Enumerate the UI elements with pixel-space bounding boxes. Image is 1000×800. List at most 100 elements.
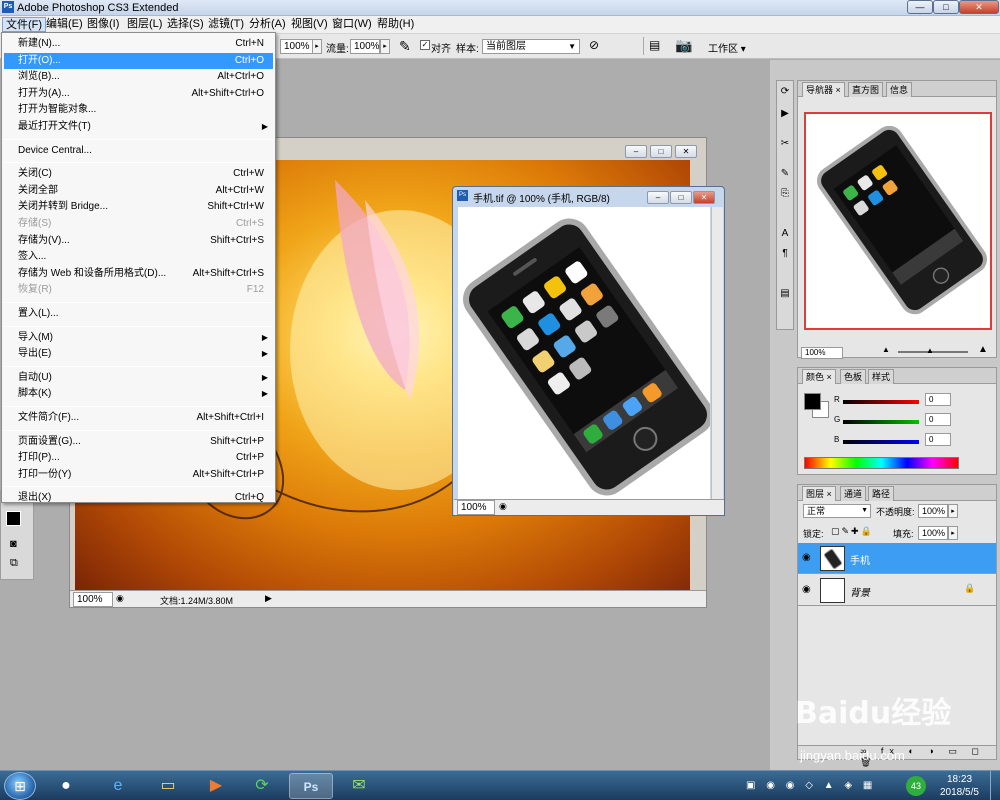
channel-g-field[interactable]: 0 xyxy=(925,413,951,426)
system-tray-icons[interactable]: ▣ ◉ ◉ ◇ ▲ ◈ ▦ xyxy=(746,780,876,791)
file-menu-item[interactable]: 恢复(R) F12 xyxy=(4,282,273,298)
doc1-status-arrow-icon[interactable]: ▶ xyxy=(265,593,272,604)
channel-b-slider[interactable] xyxy=(843,440,919,444)
screen-mode-icon[interactable]: ⧉ xyxy=(10,557,18,570)
file-menu-item[interactable]: 退出(X) Ctrl+Q xyxy=(4,490,273,506)
doc1-maximize-button[interactable]: □ xyxy=(650,145,672,158)
layer-visibility-eye-icon[interactable]: ◉ xyxy=(802,552,811,563)
doc2-zoom-field[interactable]: 100% xyxy=(457,500,495,515)
file-menu-item[interactable]: 打开为(A)... Alt+Shift+Ctrl+O xyxy=(4,86,273,102)
file-menu-item[interactable]: 签入... xyxy=(4,249,273,265)
navigator-zoom-field[interactable]: 100% xyxy=(801,347,843,359)
opacity-field[interactable]: 100% xyxy=(280,39,313,54)
doc1-close-button[interactable]: ✕ xyxy=(675,145,697,158)
tab-channels[interactable]: 通道 xyxy=(840,486,867,501)
tab-styles[interactable]: 样式 xyxy=(868,369,895,384)
menu-filter[interactable]: 滤镜(T) xyxy=(205,17,247,32)
file-menu-item[interactable]: 打印一份(Y) Alt+Shift+Ctrl+P xyxy=(4,467,273,483)
tab-swatches[interactable]: 色板 xyxy=(840,369,867,384)
menu-edit[interactable]: 编辑(E) xyxy=(43,17,86,32)
channel-b-field[interactable]: 0 xyxy=(925,433,951,446)
file-menu-item[interactable]: 关闭并转到 Bridge... Shift+Ctrl+W xyxy=(4,199,273,215)
channel-g-slider[interactable] xyxy=(843,420,919,424)
taskbar-media-player-icon[interactable]: ▶ xyxy=(194,773,238,799)
foreground-color-swatch[interactable] xyxy=(6,511,21,526)
layer-row-background[interactable]: ◉ 背景 🔒 xyxy=(798,575,996,606)
doc2-status-menu-icon[interactable]: ◉ xyxy=(499,501,507,512)
close-button[interactable]: ✕ xyxy=(959,0,999,14)
layer-row-phone[interactable]: ◉ 手机 xyxy=(798,543,996,574)
quick-mask-icon[interactable]: ◙ xyxy=(10,538,17,550)
tool-presets-icon[interactable]: ✂ xyxy=(778,137,792,151)
blend-mode-select[interactable]: 正常 ▼ xyxy=(803,504,871,518)
menu-window[interactable]: 窗口(W) xyxy=(329,17,375,32)
taskbar-wechat-icon[interactable]: ✉ xyxy=(337,773,381,799)
paragraph-icon[interactable]: ¶ xyxy=(778,247,792,261)
menu-view[interactable]: 视图(V) xyxy=(288,17,331,32)
phone-image-canvas[interactable] xyxy=(458,207,710,499)
clock-time[interactable]: 18:23 xyxy=(947,774,972,785)
file-menu-item[interactable]: 脚本(K) ▶ xyxy=(4,386,273,402)
file-menu-item[interactable]: 最近打开文件(T) ▶ xyxy=(4,119,273,135)
file-menu-item[interactable]: 文件简介(F)... Alt+Shift+Ctrl+I xyxy=(4,410,273,426)
menu-layer[interactable]: 图层(L) xyxy=(124,17,165,32)
brushes-icon[interactable]: ✎ xyxy=(778,167,792,181)
tab-histogram[interactable]: 直方图 xyxy=(848,82,884,97)
menu-image[interactable]: 图像(I) xyxy=(84,17,122,32)
doc1-minimize-button[interactable]: – xyxy=(625,145,647,158)
taskbar-ie-icon[interactable]: e xyxy=(96,773,140,799)
file-menu-item[interactable]: 自动(U) ▶ xyxy=(4,370,273,386)
actions-icon[interactable]: ▶ xyxy=(778,107,792,121)
ignore-adjustment-icon[interactable]: ⊘ xyxy=(589,38,599,52)
palette-well-icon[interactable]: ▤ xyxy=(649,38,660,52)
layer-opacity-field[interactable]: 100% xyxy=(918,504,948,518)
file-menu-item[interactable]: 存储为(V)... Shift+Ctrl+S xyxy=(4,233,273,249)
file-menu-item[interactable]: 打开(O)... Ctrl+O xyxy=(4,52,273,69)
menu-help[interactable]: 帮助(H) xyxy=(374,17,417,32)
navigator-view-box[interactable] xyxy=(804,112,992,330)
file-menu-item[interactable]: 置入(L)... xyxy=(4,306,273,322)
flow-arrow-icon[interactable]: ▸ xyxy=(380,39,390,54)
doc2-vertical-scrollbar[interactable] xyxy=(711,207,723,499)
file-menu-item[interactable]: 浏览(B)... Alt+Ctrl+O xyxy=(4,69,273,85)
menu-analysis[interactable]: 分析(A) xyxy=(246,17,289,32)
file-menu-item[interactable]: 关闭全部 Alt+Ctrl+W xyxy=(4,183,273,199)
color-spectrum-bar[interactable] xyxy=(804,457,959,469)
file-menu-item[interactable]: 页面设置(G)... Shift+Ctrl+P xyxy=(4,434,273,450)
lock-options-icons[interactable]: ▢✎✚🔒 xyxy=(831,526,874,537)
bridge-camera-icon[interactable]: 📷 xyxy=(675,37,692,54)
tray-badge-icon[interactable]: 43 xyxy=(906,776,926,796)
tab-color[interactable]: 颜色 × xyxy=(802,369,836,384)
zoom-out-icon[interactable]: ▲ xyxy=(882,345,890,354)
file-menu-item[interactable]: 存储为 Web 和设备所用格式(D)... Alt+Shift+Ctrl+S xyxy=(4,266,273,282)
taskbar-photoshop-icon[interactable]: Ps xyxy=(289,773,333,799)
file-menu-item[interactable]: 导入(M) ▶ xyxy=(4,330,273,346)
zoom-slider-thumb[interactable]: ▲ xyxy=(926,346,934,355)
file-menu-item[interactable]: 导出(E) ▶ xyxy=(4,346,273,362)
character-icon[interactable]: A xyxy=(778,227,792,241)
document-window-phone[interactable]: Ps 手机.tif @ 100% (手机, RGB/8) – □ ✕ 100% … xyxy=(452,186,725,516)
start-button[interactable]: ⊞ xyxy=(4,772,36,800)
file-menu-item[interactable]: Device Central... xyxy=(4,143,273,159)
align-checkbox[interactable]: ✓ xyxy=(420,40,430,50)
doc2-close-button[interactable]: ✕ xyxy=(693,191,715,204)
file-menu-item[interactable]: 关闭(C) Ctrl+W xyxy=(4,166,273,182)
clone-source-icon[interactable]: ⎘ xyxy=(778,187,792,201)
menu-file[interactable]: 文件(F) xyxy=(2,17,47,32)
file-menu-item[interactable]: 打印(P)... Ctrl+P xyxy=(4,450,273,466)
sample-select[interactable]: 当前图层 ▼ xyxy=(482,39,580,54)
tab-info[interactable]: 信息 xyxy=(886,82,913,97)
opacity-arrow-icon[interactable]: ▸ xyxy=(312,39,322,54)
doc1-status-menu-icon[interactable]: ◉ xyxy=(116,593,124,604)
history-icon[interactable]: ⟳ xyxy=(778,85,792,99)
layer-name-background[interactable]: 背景 xyxy=(850,584,870,599)
workspace-button[interactable]: 工作区 ▾ xyxy=(708,40,746,55)
doc1-zoom-field[interactable]: 100% xyxy=(73,592,113,607)
layer-fill-field[interactable]: 100% xyxy=(918,526,948,540)
layer-comps-icon[interactable]: ▤ xyxy=(778,287,792,301)
doc2-maximize-button[interactable]: □ xyxy=(670,191,692,204)
layer-name-phone[interactable]: 手机 xyxy=(850,552,870,567)
channel-r-field[interactable]: 0 xyxy=(925,393,951,406)
tab-navigator[interactable]: 导航器 × xyxy=(802,82,845,97)
taskbar-explorer-folder-icon[interactable]: ▭ xyxy=(146,773,190,799)
